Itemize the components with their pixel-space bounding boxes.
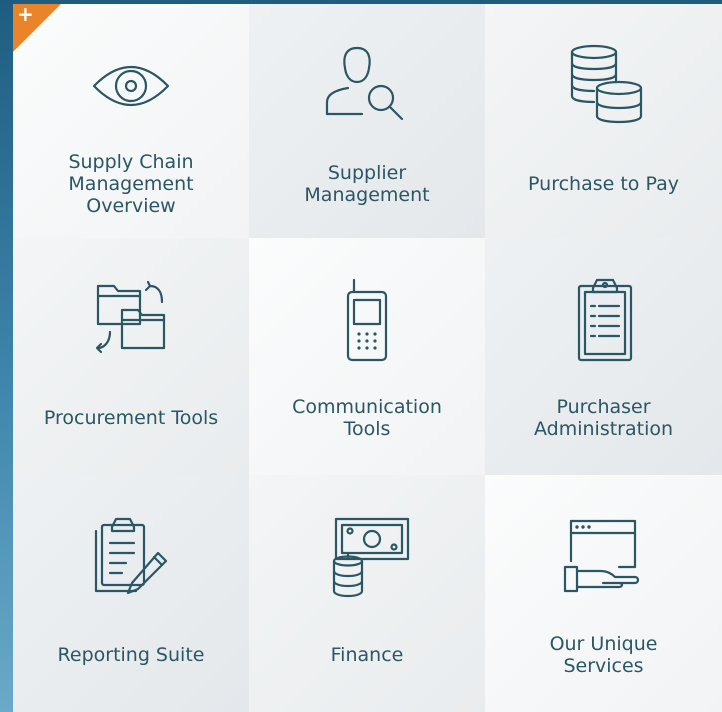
tile-supplier-management[interactable]: Supplier Management [249,4,485,238]
tile-communication-tools[interactable]: Communication Tools [249,238,485,475]
clipboard-pencil-icon [76,507,186,607]
coin-stacks-icon [549,36,659,136]
tile-label: Finance [330,644,404,666]
browser-hand-icon [549,507,659,607]
tile-label: Reporting Suite [57,644,205,666]
tile-label: Communication Tools [292,396,442,440]
tile-label: Procurement Tools [43,407,219,429]
tile-finance[interactable]: Finance [249,475,485,712]
person-search-icon [312,36,422,136]
tile-label: Purchaser Administration [533,396,674,440]
tile-purchase-to-pay[interactable]: Purchase to Pay [485,4,722,238]
tile-label: Purchase to Pay [528,173,679,195]
clipboard-list-icon [549,270,659,370]
mobile-phone-icon [312,270,422,370]
folders-exchange-icon [76,270,186,370]
tile-purchaser-administration[interactable]: Purchaser Administration [485,238,722,475]
tile-label: Our Unique Services [549,633,658,677]
plus-icon[interactable]: + [17,3,34,25]
tile-reporting-suite[interactable]: Reporting Suite [13,475,249,712]
tile-label: Supply Chain Management Overview [68,151,194,217]
tile-procurement-tools[interactable]: Procurement Tools [13,238,249,475]
tile-our-unique-services[interactable]: Our Unique Services [485,475,722,712]
money-coins-icon [312,507,422,607]
eye-icon [76,36,186,136]
services-grid: Supply Chain Management Overview Supplie… [13,4,722,712]
tile-label: Supplier Management [304,162,430,206]
